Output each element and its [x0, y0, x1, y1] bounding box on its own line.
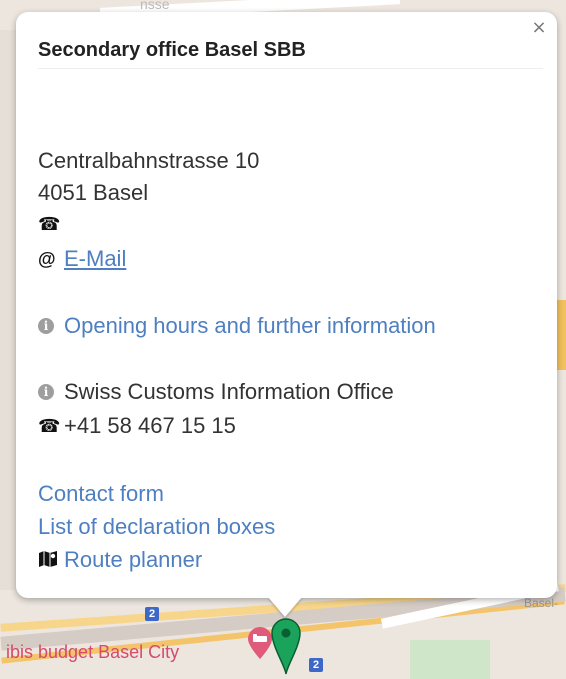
popup-pointer: [268, 597, 302, 617]
phone-row: ☎: [38, 210, 64, 238]
map-area-label: Basel-: [524, 596, 559, 610]
declaration-boxes-row: List of declaration boxes: [38, 513, 275, 541]
info-office-phone-row: ☎ +41 58 467 15 15: [38, 412, 236, 440]
map-road: [557, 300, 566, 370]
opening-hours-link[interactable]: Opening hours and further information: [64, 313, 436, 338]
title-divider: [38, 68, 543, 69]
contact-form-link[interactable]: Contact form: [38, 481, 164, 506]
at-icon: @: [38, 249, 56, 269]
phone-icon: ☎: [38, 416, 61, 436]
info-icon: i: [38, 318, 54, 334]
map-road: [0, 30, 16, 590]
info-window: × Secondary office Basel SBB Centralbahn…: [16, 12, 557, 598]
phone-icon: ☎: [38, 214, 61, 234]
opening-hours-row: i Opening hours and further information: [38, 312, 436, 340]
email-row: @ E-Mail: [38, 245, 126, 273]
route-planner-link[interactable]: Route planner: [64, 547, 202, 572]
email-link[interactable]: E-Mail: [64, 246, 126, 271]
address-city: 4051 Basel: [38, 180, 149, 205]
info-office-name: Swiss Customs Information Office: [64, 379, 394, 404]
contact-form-row: Contact form: [38, 480, 164, 508]
info-icon: i: [38, 384, 54, 400]
green-map-marker-icon[interactable]: [270, 616, 302, 676]
route-planner-row: Route planner: [38, 546, 202, 574]
declaration-boxes-link[interactable]: List of declaration boxes: [38, 514, 275, 539]
map-park: [410, 640, 490, 679]
road-shield: 2: [145, 607, 159, 621]
popup-title: Secondary office Basel SBB: [38, 39, 306, 61]
poi-label[interactable]: ibis budget Basel City: [6, 642, 179, 663]
info-office-phone: +41 58 467 15 15: [64, 413, 236, 438]
info-office-row: i Swiss Customs Information Office: [38, 378, 394, 406]
close-button[interactable]: ×: [529, 18, 549, 38]
map-street-label: nsse: [140, 0, 170, 12]
address-street: Centralbahnstrasse 10: [38, 148, 260, 173]
road-shield: 2: [309, 658, 323, 672]
map-icon: [38, 546, 64, 574]
